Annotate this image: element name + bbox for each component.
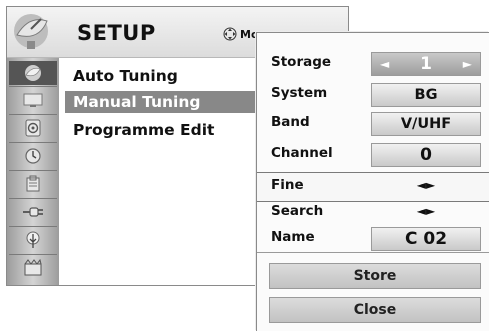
system-label: System [271, 85, 328, 101]
category-media[interactable] [9, 256, 57, 280]
name-label: Name [271, 229, 315, 245]
four-way-arrow-icon [223, 27, 237, 41]
category-usb[interactable] [9, 228, 57, 252]
icon-divider [9, 86, 57, 87]
channel-field[interactable]: 0 [371, 143, 481, 167]
icon-divider [9, 142, 57, 143]
category-antenna[interactable] [9, 61, 57, 85]
system-field[interactable]: BG [371, 83, 481, 107]
satellite-dish-icon [14, 14, 48, 49]
move-hint: Mo [223, 27, 259, 41]
picture-icon [23, 93, 43, 107]
input-icon [23, 207, 43, 217]
icon-divider [9, 170, 57, 171]
category-lock[interactable] [9, 172, 57, 196]
category-picture[interactable] [9, 88, 57, 112]
right-arrow-icon[interactable]: ► [463, 53, 472, 75]
media-icon [24, 259, 42, 276]
channel-label: Channel [271, 145, 333, 161]
clock-icon [25, 148, 41, 164]
category-time[interactable] [9, 144, 57, 168]
category-icon-column [7, 58, 59, 285]
left-arrow-icon[interactable]: ◄ [380, 53, 389, 75]
setup-title: SETUP [77, 21, 156, 45]
fine-label: Fine [271, 177, 304, 193]
audio-icon [25, 119, 41, 137]
icon-divider [9, 198, 57, 199]
close-button[interactable]: Close [269, 297, 481, 323]
store-button[interactable]: Store [269, 263, 481, 289]
fine-adjust-arrows-icon[interactable]: ◄► [371, 178, 481, 192]
panel-divider [257, 252, 489, 253]
category-input[interactable] [9, 200, 57, 224]
icon-divider [9, 254, 57, 255]
icon-divider [9, 114, 57, 115]
storage-label: Storage [271, 54, 332, 70]
manual-tuning-panel: Storage ◄ 1 ► System BG Band V/UHF Chann… [256, 32, 489, 331]
usb-icon [26, 231, 40, 248]
storage-value: 1 [420, 54, 432, 74]
lock-icon [26, 175, 40, 192]
band-field[interactable]: V/UHF [371, 112, 481, 136]
name-field[interactable]: C 02 [371, 227, 481, 251]
search-label: Search [271, 203, 324, 219]
antenna-icon [25, 65, 41, 81]
category-audio[interactable] [9, 116, 57, 140]
storage-selector[interactable]: ◄ 1 ► [371, 52, 481, 76]
band-label: Band [271, 114, 310, 130]
search-arrows-icon[interactable]: ◄► [371, 204, 481, 218]
icon-divider [9, 226, 57, 227]
